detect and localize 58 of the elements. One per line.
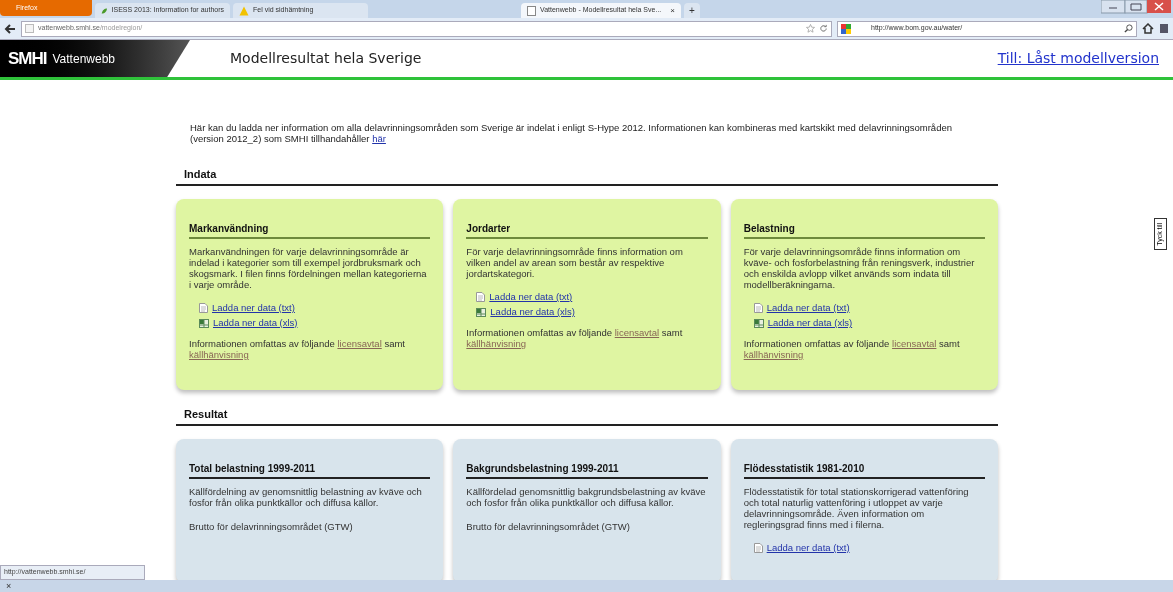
card-description: Markanvändningen för varje delavrinningsområde är indelad i kategorier som till exempel jordbruksmark och skogsmark. I filen finns fördelningen mellan kategorierna i varje område.	[189, 246, 428, 290]
spreadsheet-icon	[476, 306, 487, 317]
new-tab-button[interactable]: +	[684, 3, 700, 18]
card-description: Källfördelad genomsnittlig bakgrundsbelastning av kväve och fosfor från olika punktkällor och diffusa källor.	[466, 486, 707, 508]
back-arrow-icon[interactable]	[4, 22, 16, 35]
section-heading: Resultat	[183, 408, 229, 421]
card-description: Flödesstatistik för total stationskorrigerad vattenföring och total naturlig vattenföring i utloppet av varje delavrinningsområde. Även information om regleringsgrad finns med i filerna.	[743, 486, 970, 530]
smhi-logo: SMHI	[8, 47, 47, 70]
toolbar-icon[interactable]	[1159, 23, 1169, 34]
locked-version-link[interactable]: Till: Låst modellversion	[997, 48, 1159, 69]
license-text: Informationen omfattas av följande licensavtal samt källhänvisning	[189, 338, 406, 360]
license-link[interactable]: licensavtal	[337, 338, 382, 349]
source-link[interactable]: källhänvisning	[743, 349, 804, 360]
download-link[interactable]: Ladda ner data (xls)	[213, 317, 298, 328]
card-description: Källfördelning av genomsnittlig belastning av kväve och fosfor från olika punktkällor och diffusa källor.	[189, 486, 423, 508]
page-title: Modellresultat hela Sverige	[230, 49, 422, 68]
download-link[interactable]: Ladda ner data (txt)	[766, 302, 850, 313]
card-title: Bakgrundsbelastning 1999-2011	[466, 463, 620, 475]
card-title: Jordarter	[466, 223, 512, 235]
section-heading: Indata	[183, 168, 218, 181]
card-subtitle: Brutto för delavrinningsområdet (GTW)	[466, 521, 631, 532]
card-title: Total belastning 1999-2011	[189, 463, 316, 475]
close-tab-button[interactable]: ×	[670, 4, 675, 17]
download-link[interactable]: Ladda ner data (xls)	[490, 306, 575, 317]
card-description: För varje delavrinningsområde finns information om vilken andel av arean som består av respektive jordartskategori.	[466, 246, 684, 279]
document-icon	[199, 302, 208, 313]
leaf-icon	[101, 5, 108, 16]
site-name: Vattenwebb	[52, 50, 115, 68]
download-link[interactable]: Ladda ner data (txt)	[766, 542, 850, 553]
license-text: Informationen omfattas av följande licensavtal samt källhänvisning	[466, 327, 684, 349]
download-link[interactable]: Ladda ner data (xls)	[767, 317, 853, 328]
warning-icon	[239, 5, 249, 16]
card-title: Markanvändning	[189, 223, 270, 235]
card-title: Belastning	[743, 223, 796, 235]
reload-icon[interactable]	[819, 24, 828, 33]
window-controls-icon[interactable]	[1101, 0, 1171, 14]
home-icon[interactable]	[1142, 23, 1154, 34]
close-button[interactable]: ×	[6, 581, 12, 591]
document-icon	[753, 542, 763, 553]
download-link[interactable]: Ladda ner data (txt)	[489, 291, 573, 302]
intro-text: Här kan du ladda ner information om alla delavrinningsområden som Sverige är indelat i enligt S-Hype 2012. Informationen kan kombineras med kartskikt med delavrinningsområden (version 2012_2) som SMHI tillhandahåller här	[189, 122, 953, 144]
license-link[interactable]: licensavtal	[892, 338, 937, 349]
spreadsheet-icon	[199, 317, 209, 328]
card-description: För varje delavrinningsområde finns information om kväve- och fosforbelastning från reningsverk, industrier och enskilda avlopp vilket används som indata till modellberäkningarna.	[743, 246, 976, 290]
search-icon[interactable]	[1124, 24, 1133, 33]
license-text: Informationen omfattas av följande licensavtal samt källhänvisning	[743, 338, 961, 360]
card-title: Flödesstatistik 1981-2010	[743, 463, 866, 475]
here-link[interactable]: här	[372, 133, 386, 144]
star-icon[interactable]	[806, 24, 815, 33]
page-icon	[527, 5, 536, 16]
document-icon	[753, 302, 763, 313]
source-link[interactable]: källhänvisning	[189, 349, 249, 360]
download-link[interactable]: Ladda ner data (txt)	[212, 302, 295, 313]
card-subtitle: Brutto för delavrinningsområdet (GTW)	[189, 521, 354, 532]
source-link[interactable]: källhänvisning	[466, 338, 526, 349]
spreadsheet-icon	[753, 317, 764, 328]
license-link[interactable]: licensavtal	[614, 327, 660, 338]
document-icon	[476, 291, 486, 302]
